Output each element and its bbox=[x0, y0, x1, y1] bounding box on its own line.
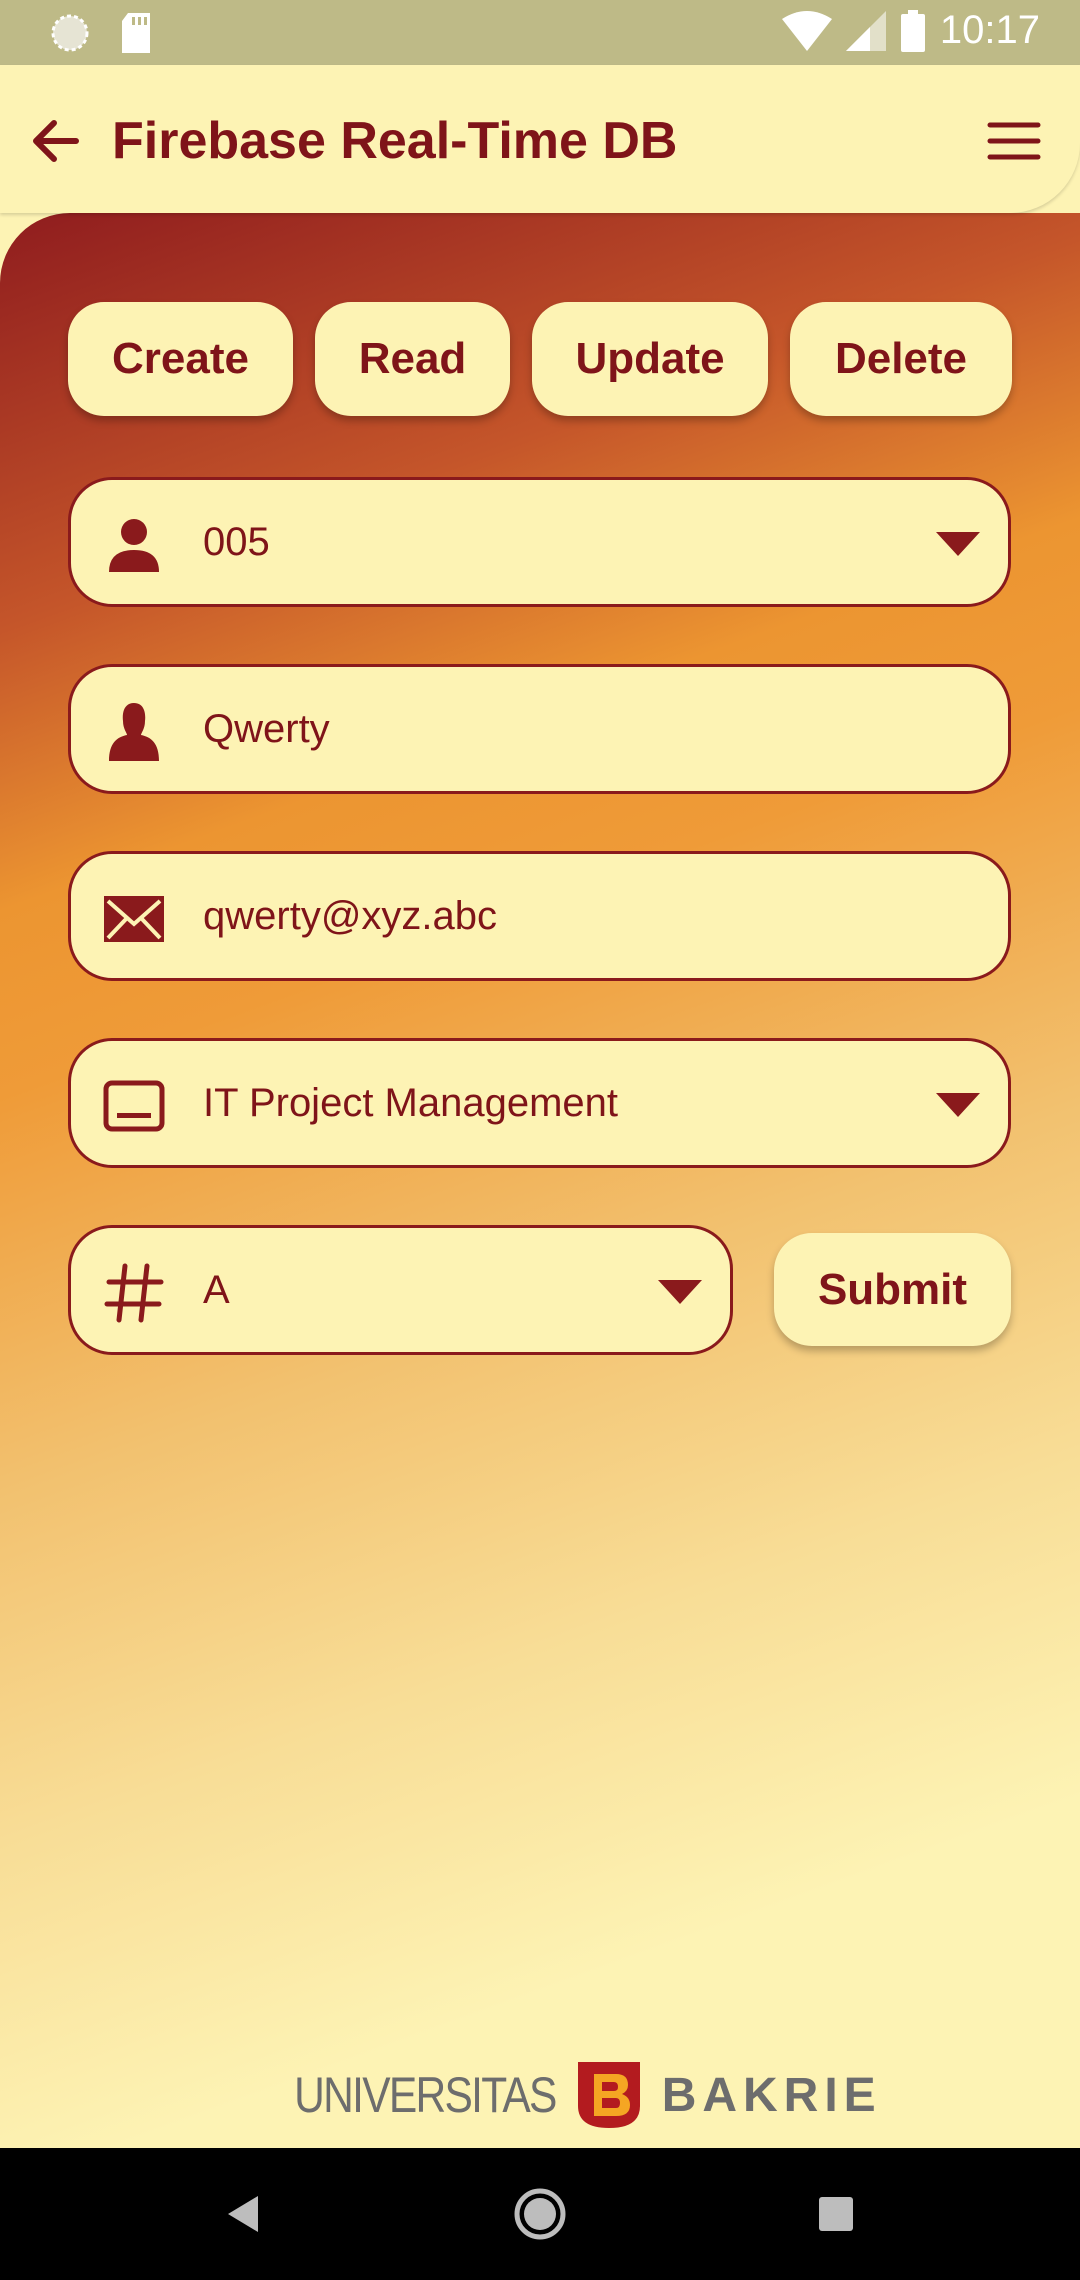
arrow-back-icon bbox=[33, 120, 79, 162]
email-input[interactable]: qwerty@xyz.abc bbox=[68, 851, 1011, 981]
course-value: IT Project Management bbox=[203, 1080, 619, 1125]
nav-recents-button[interactable] bbox=[806, 2184, 866, 2244]
envelope-icon bbox=[104, 896, 164, 942]
nav-home-button[interactable] bbox=[510, 2184, 570, 2244]
square-recents-icon bbox=[819, 2197, 853, 2231]
course-dropdown[interactable]: IT Project Management bbox=[68, 1038, 1011, 1168]
name-input[interactable]: Qwerty bbox=[68, 664, 1011, 794]
logo-text-universitas: UNIVERSITAS bbox=[294, 2067, 557, 2123]
dropdown-arrow-icon bbox=[936, 532, 980, 556]
logo-text-bakrie: BAKRIE bbox=[661, 2068, 882, 2122]
circle-home-icon bbox=[514, 2188, 566, 2240]
wifi-icon bbox=[781, 10, 832, 51]
system-nav-bar bbox=[0, 2148, 1080, 2280]
dropdown-arrow-icon bbox=[658, 1280, 702, 1304]
battery-icon bbox=[900, 9, 925, 52]
sd-card-icon bbox=[122, 13, 150, 53]
read-button[interactable]: Read bbox=[315, 302, 510, 416]
delete-button[interactable]: Delete bbox=[790, 302, 1012, 416]
notification-dot-icon bbox=[51, 14, 89, 52]
hashtag-icon bbox=[104, 1263, 164, 1323]
bakrie-emblem-icon bbox=[577, 2062, 640, 2128]
university-logo: UNIVERSITAS BAKRIE bbox=[248, 2060, 882, 2130]
subtitles-icon bbox=[103, 1080, 165, 1132]
page-title: Firebase Real-Time DB bbox=[112, 112, 678, 170]
menu-button[interactable] bbox=[986, 117, 1042, 165]
class-value: A bbox=[203, 1267, 230, 1312]
person-silhouette-icon bbox=[109, 703, 159, 761]
submit-button[interactable]: Submit bbox=[774, 1233, 1011, 1346]
id-dropdown[interactable]: 005 bbox=[68, 477, 1011, 607]
person-icon bbox=[109, 519, 159, 572]
signal-icon bbox=[845, 10, 886, 51]
app-bar: Firebase Real-Time DB bbox=[0, 65, 1080, 213]
status-time: 10:17 bbox=[939, 8, 1040, 52]
status-bar: 10:17 bbox=[0, 0, 1080, 65]
update-button[interactable]: Update bbox=[532, 302, 768, 416]
triangle-back-icon bbox=[228, 2196, 258, 2232]
dropdown-arrow-icon bbox=[936, 1093, 980, 1117]
name-value: Qwerty bbox=[203, 706, 330, 751]
app-screen: 10:17 Firebase Real-Time DB Create Read … bbox=[0, 0, 1080, 2280]
id-value: 005 bbox=[203, 519, 270, 564]
crud-actions: Create Read Update Delete bbox=[68, 302, 1012, 416]
create-button[interactable]: Create bbox=[68, 302, 293, 416]
class-dropdown[interactable]: A bbox=[68, 1225, 733, 1355]
email-value: qwerty@xyz.abc bbox=[203, 893, 498, 938]
hamburger-menu-icon bbox=[987, 122, 1041, 160]
back-button[interactable] bbox=[28, 113, 84, 169]
nav-back-button[interactable] bbox=[214, 2184, 274, 2244]
